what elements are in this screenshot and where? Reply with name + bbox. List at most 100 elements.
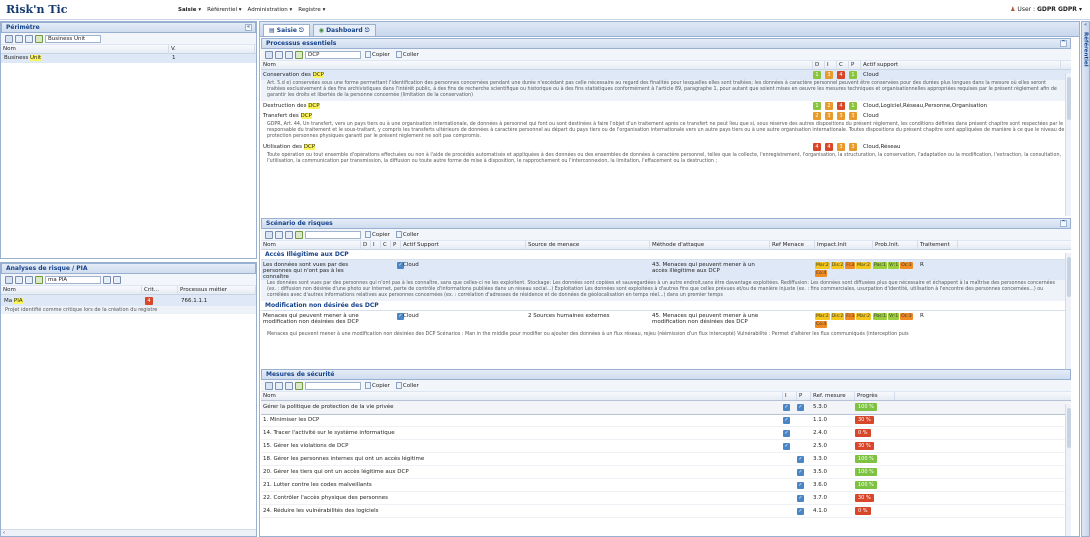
horizontal-scrollbar[interactable]: ‹ — [1, 529, 256, 536]
checkbox-icon[interactable]: ✓ — [797, 455, 804, 463]
scenario-col[interactable]: Source de menace — [526, 240, 650, 250]
analyses-filter-input[interactable]: ma PIA — [45, 275, 101, 284]
refresh-icon[interactable] — [295, 50, 303, 59]
paste-icon[interactable] — [113, 275, 121, 284]
col-p[interactable]: P — [849, 60, 861, 70]
col-crit[interactable]: Crit... — [142, 285, 178, 295]
add-icon[interactable] — [5, 275, 13, 284]
col-c[interactable]: C — [837, 60, 849, 70]
col-progres[interactable]: Progrès — [855, 391, 895, 401]
delete-icon[interactable] — [25, 34, 33, 43]
edit-icon[interactable] — [15, 275, 23, 284]
delete-icon[interactable] — [25, 275, 33, 284]
copier-button[interactable]: Copier — [363, 51, 392, 58]
table-row[interactable]: Business Unit 1 — [1, 54, 256, 63]
tab-dashboard[interactable]: ◉ Dashboard ⎋ — [312, 24, 376, 36]
coller-button[interactable]: Coller — [394, 382, 421, 389]
scenario-col[interactable]: Impact.Init — [815, 240, 873, 250]
edit-icon[interactable] — [275, 381, 283, 390]
col-nom[interactable]: Nom — [261, 391, 783, 401]
table-row[interactable]: 20. Gérer les tiers qui ont un accès lég… — [261, 466, 1071, 479]
checkbox-icon[interactable]: ✓ — [797, 403, 804, 411]
col-d[interactable]: D — [813, 60, 825, 70]
col-v[interactable]: V. — [169, 44, 255, 54]
menu-administration[interactable]: Administration ▾ — [248, 7, 293, 13]
delete-icon[interactable] — [285, 50, 293, 59]
processus-filter-input[interactable]: DCP — [305, 50, 361, 59]
table-row[interactable]: Ma PIA 4 766.1.1.1 — [1, 295, 256, 306]
table-row[interactable]: Menaces qui peuvent mener à une modifica… — [261, 311, 1071, 331]
collapse-left-icon[interactable]: « — [245, 24, 252, 31]
copier-button[interactable]: Copier — [363, 382, 392, 389]
col-ref[interactable]: Ref. mesure — [811, 391, 855, 401]
col-nom[interactable]: Nom — [1, 285, 142, 295]
edit-icon[interactable] — [275, 230, 283, 239]
delete-icon[interactable] — [285, 230, 293, 239]
checkbox-icon[interactable]: ✓ — [783, 442, 790, 450]
checkbox-icon[interactable]: ✓ — [797, 468, 804, 476]
tab-saisie[interactable]: ▤ Saisie ⎋ — [263, 24, 310, 36]
add-icon[interactable] — [5, 34, 13, 43]
mesures-filter-input[interactable] — [305, 381, 361, 390]
table-row[interactable]: 22. Contrôler l'accès physique des perso… — [261, 492, 1071, 505]
add-icon[interactable] — [265, 50, 273, 59]
col-i[interactable]: I — [825, 60, 837, 70]
group-header[interactable]: Modification non désirée des DCP — [261, 301, 1071, 311]
add-icon[interactable] — [265, 230, 273, 239]
col-nom[interactable]: Nom — [1, 44, 169, 54]
table-row[interactable]: 15. Gérer les violations de DCP ✓ 2.5.0 30 … — [261, 440, 1071, 453]
add-icon[interactable] — [265, 381, 273, 390]
refresh-icon[interactable] — [295, 381, 303, 390]
collapse-up-icon[interactable]: ^ — [1060, 220, 1067, 227]
vertical-scrollbar[interactable] — [1065, 73, 1071, 216]
user-menu[interactable]: ♟ User : GDPR GDPR ▾ — [1010, 6, 1082, 13]
col-actif[interactable]: Actif support — [861, 60, 1061, 70]
menu-saisie[interactable]: Saisie ▾ — [178, 7, 201, 13]
col-nom[interactable]: Nom — [261, 60, 813, 70]
table-row[interactable]: Les données sont vues par des personnes … — [261, 260, 1071, 280]
checkbox-icon[interactable]: ✓ — [783, 416, 790, 424]
col-i[interactable]: I — [783, 391, 797, 401]
perimetre-filter-input[interactable]: Business Unit — [45, 34, 101, 43]
refresh-icon[interactable] — [295, 230, 303, 239]
collapse-up-icon[interactable]: ^ — [1060, 40, 1067, 47]
edit-icon[interactable] — [15, 34, 23, 43]
vertical-scrollbar[interactable] — [1065, 253, 1071, 386]
table-row[interactable]: 24. Réduire les vulnérabilités des logic… — [261, 505, 1071, 518]
col-processus[interactable]: Processus métier — [178, 285, 256, 295]
scenario-col[interactable]: Méthode d'attaque — [650, 240, 770, 250]
expand-icon[interactable]: « — [1082, 22, 1089, 28]
checkbox-icon[interactable]: ✓ — [797, 481, 804, 489]
table-row[interactable]: Utilisation des DCP 4 4 3 3 Cloud,Réseau — [261, 142, 1071, 152]
table-row[interactable]: 18. Gérer les personnes internes qui ont… — [261, 453, 1071, 466]
table-row[interactable]: Destruction des DCP 1 2 4 1 Cloud,Logiciel,Ré… — [261, 101, 1071, 111]
scenario-col[interactable]: Nom — [261, 240, 361, 250]
scenario-col[interactable]: C — [381, 240, 391, 250]
referentiel-side-panel[interactable]: « Référentiel — [1081, 21, 1090, 537]
scenario-col[interactable]: Ref Menace — [770, 240, 815, 250]
col-p[interactable]: P — [797, 391, 811, 401]
scenario-col[interactable]: Prob.Init. — [873, 240, 918, 250]
scenario-col[interactable]: Traitement — [918, 240, 958, 250]
refresh-icon[interactable] — [35, 275, 43, 284]
checkbox-icon[interactable]: ✓ — [783, 429, 790, 437]
copy-icon[interactable] — [103, 275, 111, 284]
scenario-col[interactable]: D — [361, 240, 371, 250]
delete-icon[interactable] — [285, 381, 293, 390]
table-row[interactable]: Conservation des DCP 1 3 4 1 Cloud — [261, 70, 1071, 80]
checkbox-icon[interactable]: ✓ — [797, 507, 804, 515]
table-row[interactable]: Gérer la politique de protection de la v… — [261, 400, 1071, 415]
menu-registre[interactable]: Registre ▾ — [298, 7, 325, 13]
checkbox-icon[interactable]: ✓ — [783, 403, 790, 411]
vertical-scrollbar[interactable] — [1065, 404, 1071, 536]
group-header[interactable]: Accès Illégitime aux DCP — [261, 250, 1071, 260]
edit-icon[interactable] — [275, 50, 283, 59]
menu-referentiel[interactable]: Référentiel ▾ — [207, 7, 241, 13]
scenario-col[interactable]: Actif Support — [401, 240, 526, 250]
coller-button[interactable]: Coller — [394, 51, 421, 58]
checkbox-icon[interactable]: ✓ — [797, 494, 804, 502]
scenario-filter-input[interactable] — [305, 230, 361, 239]
table-row[interactable]: 14. Tracer l'activité sur le système inf… — [261, 427, 1071, 440]
coller-button[interactable]: Coller — [394, 231, 421, 238]
table-row[interactable]: 21. Lutter contre les codes malveillants… — [261, 479, 1071, 492]
